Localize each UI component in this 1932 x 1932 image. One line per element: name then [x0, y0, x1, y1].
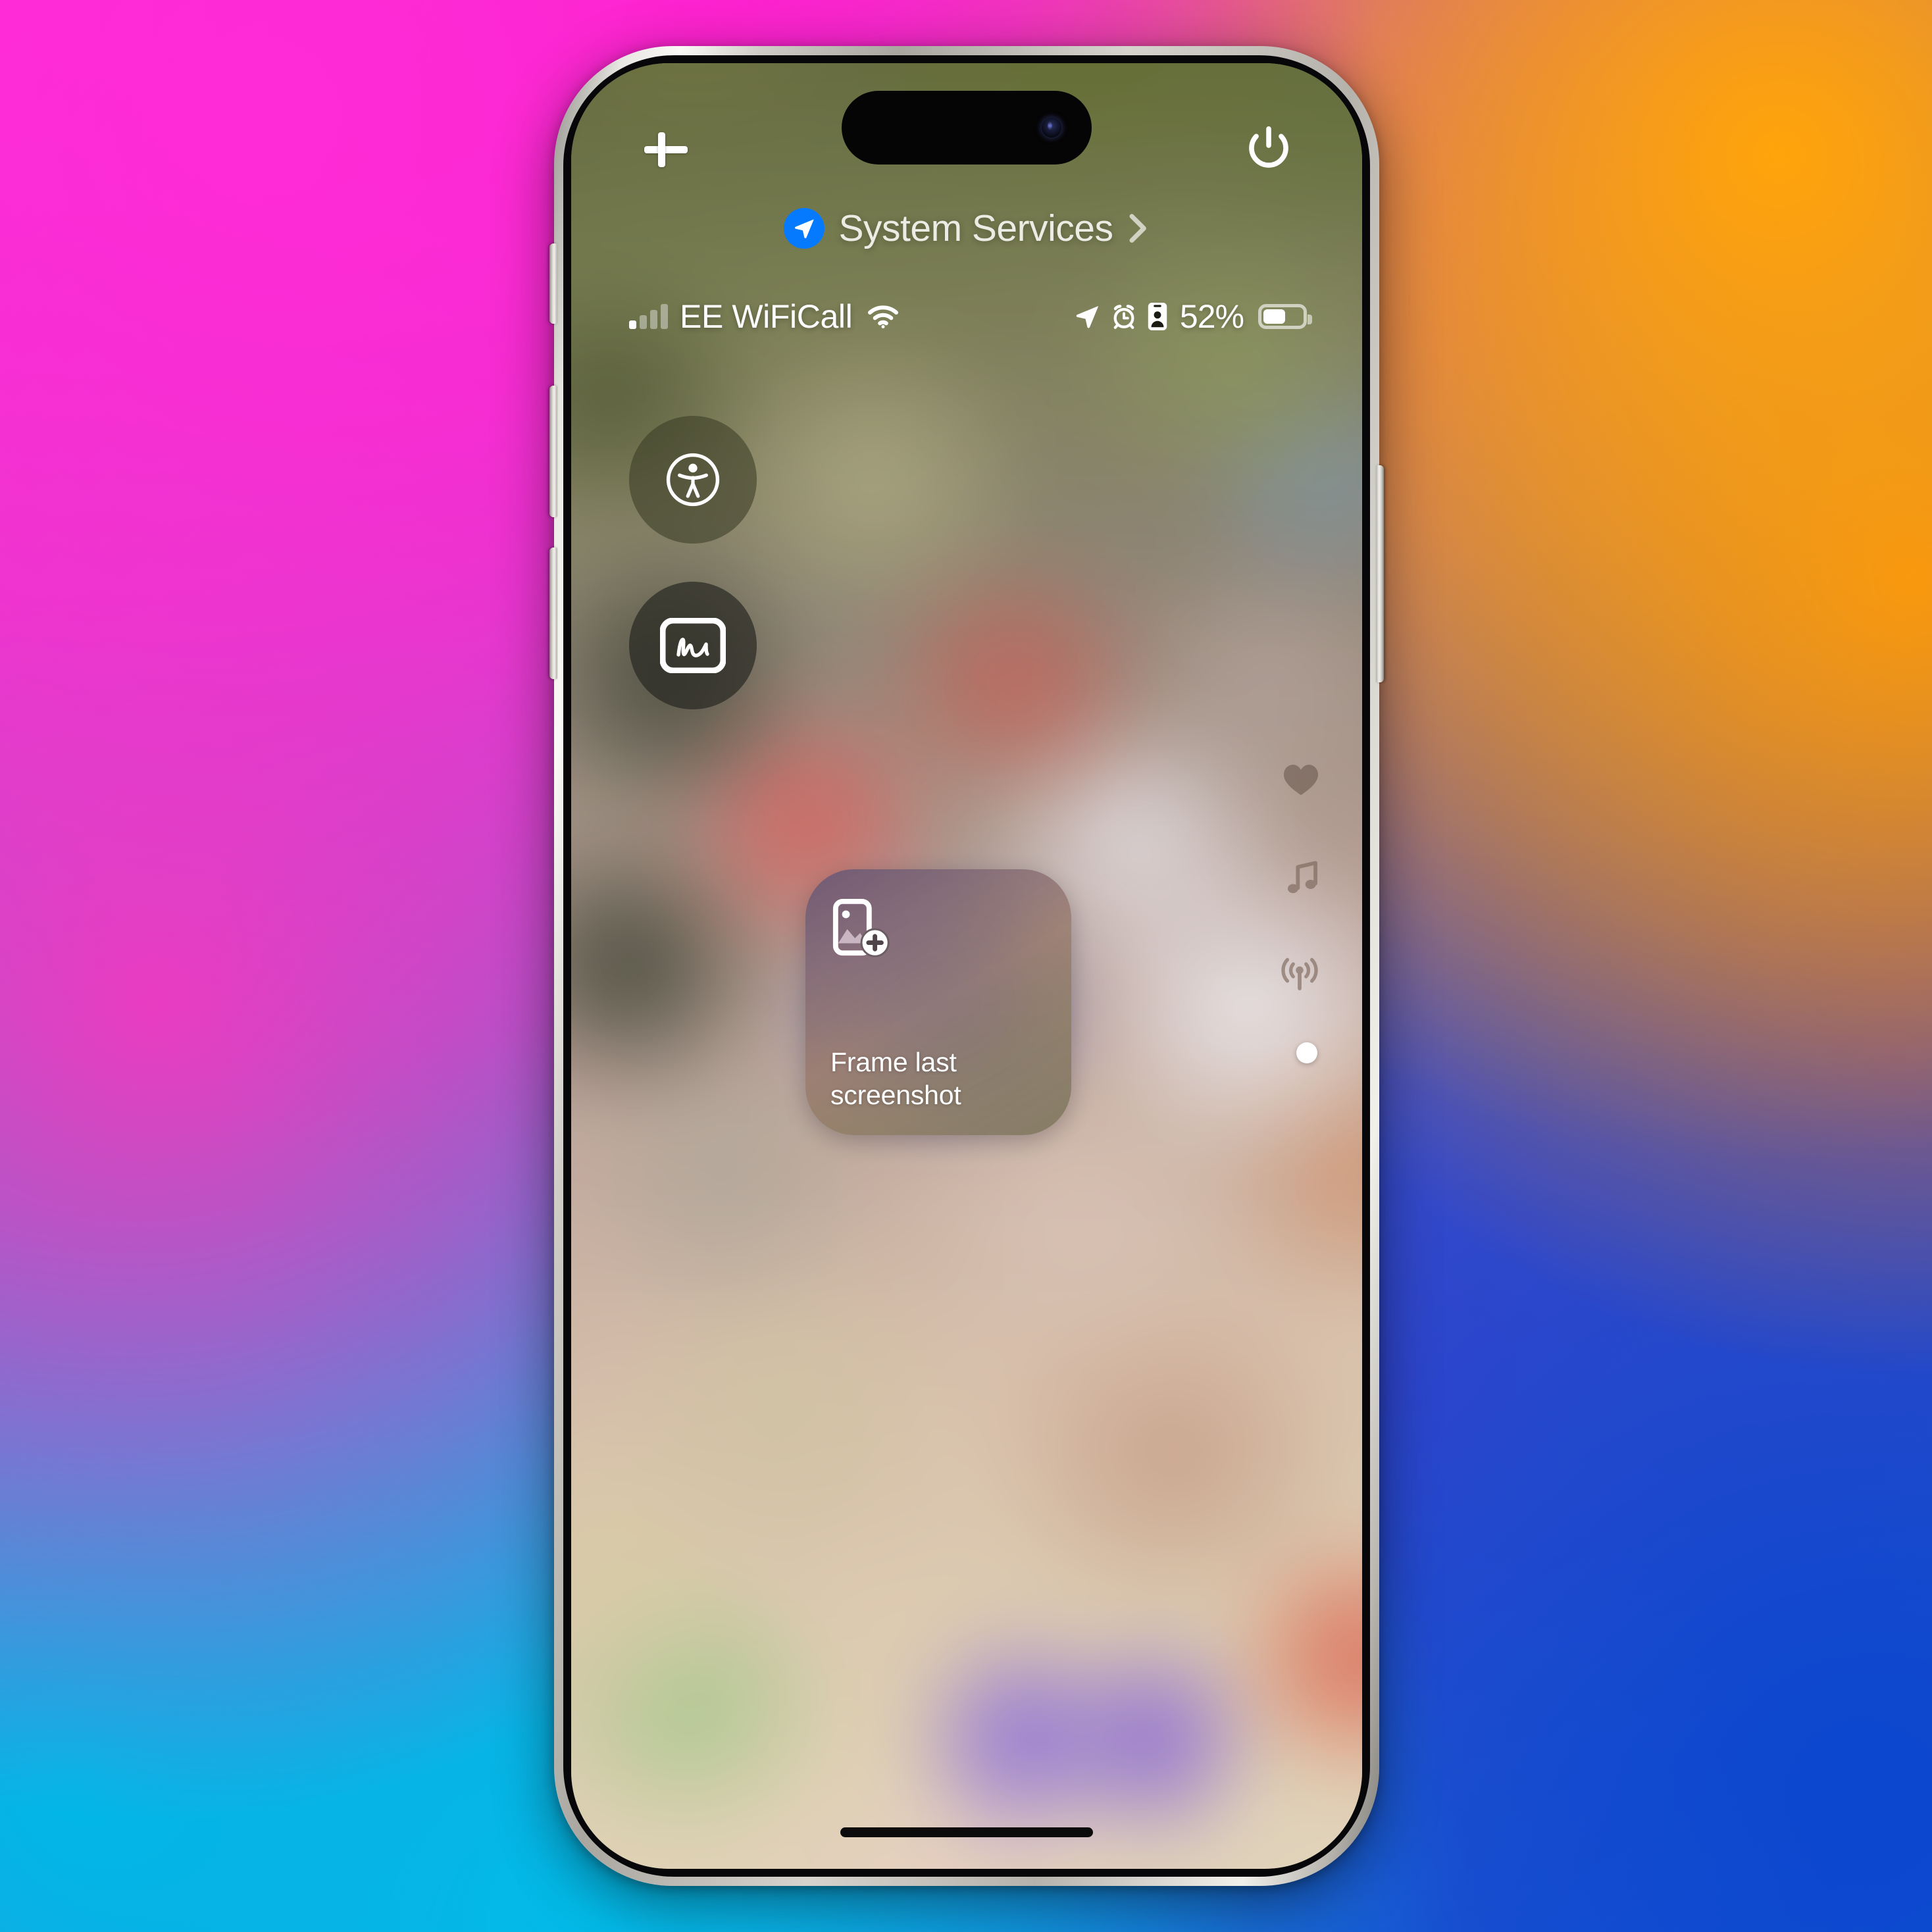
volume-up-button[interactable]	[549, 386, 557, 517]
battery-percent-label: 52%	[1179, 298, 1244, 335]
accessibility-icon	[666, 453, 720, 507]
photo-badge-plus-icon	[830, 897, 895, 961]
cellular-signal-bars-icon	[629, 304, 668, 329]
shortcut-widget-tile[interactable]: Frame last screenshot	[805, 869, 1071, 1135]
alarm-clock-icon	[1110, 303, 1138, 330]
system-services-header[interactable]: System Services	[571, 207, 1362, 250]
broadcast-icon[interactable]	[1279, 957, 1320, 992]
screen-distance-icon	[1147, 302, 1168, 331]
battery-icon	[1258, 304, 1312, 329]
page-dot[interactable]	[1296, 1042, 1317, 1063]
action-button[interactable]	[549, 243, 557, 324]
front-camera-icon	[1042, 118, 1061, 138]
chevron-right-icon	[1127, 212, 1150, 245]
status-bar: EE WiFiCall 52%	[629, 297, 1312, 336]
power-button[interactable]	[1241, 121, 1296, 176]
status-bar-left: EE WiFiCall	[629, 297, 900, 336]
phone-screen: System Services EE WiFiCall 52% Frame la…	[571, 63, 1362, 1869]
iphone-device: System Services EE WiFiCall 52% Frame la…	[549, 46, 1384, 1886]
status-bar-right: 52%	[1073, 297, 1312, 336]
dynamic-island	[842, 91, 1092, 165]
power-icon	[1249, 126, 1288, 168]
markup-toggle[interactable]	[629, 582, 757, 709]
system-services-label: System Services	[838, 207, 1113, 249]
location-arrow-icon	[783, 208, 825, 249]
side-power-button[interactable]	[1376, 465, 1384, 682]
carrier-label: EE WiFiCall	[680, 298, 853, 335]
battery-fill	[1263, 309, 1286, 324]
markup-signature-icon	[660, 618, 726, 673]
favorites-icon[interactable]	[1282, 762, 1320, 798]
wifi-icon	[867, 303, 900, 330]
volume-down-button[interactable]	[549, 547, 557, 679]
location-arrow-glyph	[794, 219, 814, 238]
home-indicator[interactable]	[840, 1827, 1093, 1837]
music-icon[interactable]	[1284, 859, 1320, 898]
accessibility-toggle[interactable]	[629, 416, 757, 544]
add-control-button[interactable]	[640, 124, 692, 175]
location-arrow-icon	[1073, 303, 1101, 330]
shortcut-widget-label: Frame last screenshot	[830, 1046, 961, 1110]
